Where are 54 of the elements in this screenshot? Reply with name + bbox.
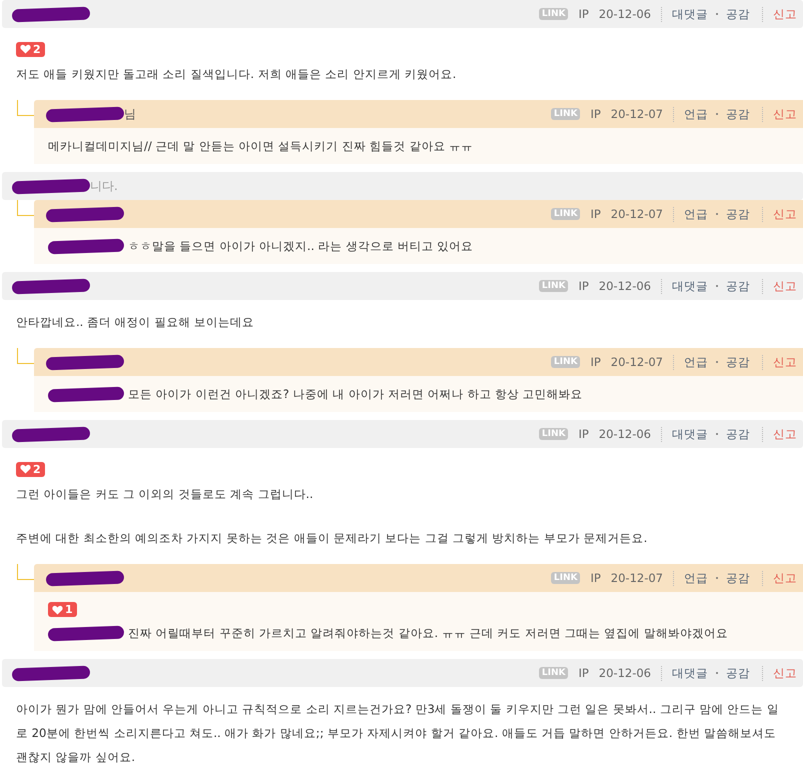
report-link[interactable]: 신고 [762, 666, 797, 680]
comment-date: 20-12-07 [610, 207, 663, 221]
reply-link[interactable]: 언급 [673, 206, 708, 222]
ip-label: IP [578, 427, 589, 441]
like-count-badge: 2 [16, 462, 45, 476]
ip-label: IP [578, 7, 589, 21]
reply-link[interactable]: 언급 [673, 354, 708, 370]
ip-label: IP [590, 207, 601, 221]
like-link[interactable]: 공감 [708, 666, 750, 680]
comment-text: 아이가 뭔가 맘에 안들어서 우는게 아니고 규칙적으로 소리 지르는건가요? 만3세 돌쟁이 둘 키우지만 그런 일은 못봐서.. 그리구 맘에 안드는 일로 20분에 한번씩 소리지른다고 쳐도.. 애가 화가 많네요;; 부모가 자제시켜야 할거 같아요. 애들도 거듭 말하면 안하거든요. 한번 말씀해보셔도 괜찮지 않을까 싶어요. [16, 701, 780, 766]
comment-date: 20-12-06 [598, 279, 651, 293]
reply-text: 메카니컬데미지님// 근데 말 안듣는 아이면 설득시키기 진짜 힘들것 같아요 ㅠㅠ [48, 138, 473, 155]
reply-link[interactable]: 언급 [673, 570, 708, 586]
like-link[interactable]: 공감 [708, 426, 750, 442]
reply-text: ㅎㅎ말을 들으면 아이가 아니겠지.. 라는 생각으로 버티고 있어요 [128, 238, 474, 255]
ip-label: IP [590, 355, 601, 369]
report-link[interactable]: 신고 [762, 106, 797, 122]
reply-link[interactable]: 언급 [673, 106, 708, 122]
comment-date: 20-12-06 [598, 7, 651, 21]
reply-link[interactable]: 대댓글 [661, 278, 708, 294]
like-count-badge: 2 [16, 42, 45, 56]
like-link[interactable]: 공감 [708, 354, 750, 370]
like-link[interactable]: 공감 [708, 278, 750, 294]
deleted-notice: 니다. [90, 178, 118, 194]
like-link[interactable]: 공감 [708, 570, 750, 586]
reply-text: 모든 아이가 이런건 아니겠죠? 나중에 내 아이가 저러면 어쩌나 하고 항상 고민해봐요 [128, 386, 583, 403]
comment-text: 주변에 대한 최소한의 예의조차 가지지 못하는 것은 애들이 문제라기 보다는 그걸 그렇게 방치하는 부모가 문제거든요. [16, 530, 648, 547]
comment-date: 20-12-07 [610, 107, 663, 121]
reply-link[interactable]: 대댓글 [661, 6, 708, 22]
comment-text: 안타깝네요.. 좀더 애정이 필요해 보이는데요 [16, 314, 256, 331]
reply-link[interactable]: 대댓글 [661, 426, 708, 442]
comment-date: 20-12-07 [610, 355, 663, 369]
report-link[interactable]: 신고 [762, 278, 797, 294]
comment-text: 저도 애들 키웠지만 돌고래 소리 질색입니다. 저희 애들은 소리 안지르게 키웠어요. [16, 66, 458, 83]
author-name: 님 [124, 106, 136, 122]
ip-label: IP [578, 279, 589, 293]
report-link[interactable]: 신고 [762, 6, 797, 22]
reply-text: 진짜 어릴때부터 꾸준히 가르치고 알려줘야하는것 같아요. ㅠㅠ 근데 커도 저러면 그때는 옆집에 말해봐야겠어요 [128, 625, 728, 642]
like-link[interactable]: 공감 [708, 206, 750, 222]
comment-date: 20-12-06 [598, 666, 651, 680]
ip-label: IP [590, 107, 601, 121]
ip-label: IP [578, 666, 589, 680]
comment-date: 20-12-06 [598, 427, 651, 441]
comment-text: 그런 아이들은 커도 그 이외의 것들로도 계속 그럽니다.. [16, 486, 314, 503]
report-link[interactable]: 신고 [762, 570, 797, 586]
like-link[interactable]: 공감 [708, 106, 750, 122]
report-link[interactable]: 신고 [762, 426, 797, 442]
ip-label: IP [590, 571, 601, 585]
like-count-badge: 1 [48, 602, 77, 617]
report-link[interactable]: 신고 [762, 206, 797, 222]
like-link[interactable]: 공감 [708, 6, 750, 22]
comment-date: 20-12-07 [610, 571, 663, 585]
reply-link[interactable]: 대댓글 [661, 666, 708, 680]
report-link[interactable]: 신고 [762, 354, 797, 370]
